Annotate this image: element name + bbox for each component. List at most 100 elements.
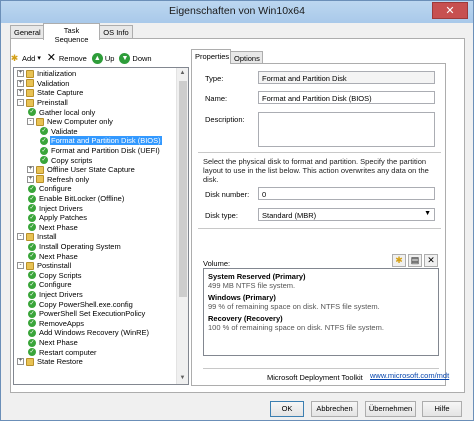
description-field[interactable] [258,112,435,147]
tree-step[interactable]: ✓ Format and Partition Disk (BIOS) [39,135,163,147]
tree-step[interactable]: ✓ Restart computer [27,347,98,357]
down-arrow-icon: ▼ [119,52,131,64]
tree-item-label: Next Phase [39,251,78,261]
tree-step[interactable]: ✓ Next Phase [27,223,79,233]
volume-title: System Reserved (Primary) [208,272,306,281]
expand-icon[interactable]: + [17,70,24,78]
check-icon: ✓ [28,271,36,280]
check-icon: ✓ [28,213,36,222]
tree-item-label: Postinstall [37,261,72,271]
tree-step[interactable]: ✓ RemoveApps [27,319,85,329]
tree-step[interactable]: ✓ Copy Scripts [27,271,83,281]
tree-item-label: PowerShell Set ExecutionPolicy [39,309,146,319]
tab-task-sequence[interactable]: Task Sequence [43,23,100,44]
tree-step[interactable]: ✓ Next Phase [27,338,79,348]
cancel-button[interactable]: Abbrechen [311,401,358,417]
tree-step[interactable]: ✓ Configure [27,184,73,194]
collapse-icon[interactable]: - [27,118,34,126]
folder-icon [26,261,34,270]
tree-item-label: Install Operating System [39,242,121,252]
tree-group[interactable]: - Postinstall [17,261,72,271]
folder-icon [36,175,44,184]
tree-item-label: Validate [51,126,78,136]
disk-type-value: Standard (MBR) [262,211,317,220]
collapse-icon[interactable]: - [17,233,24,241]
tree-group[interactable]: + State Restore [17,357,84,367]
tree-group[interactable]: + State Capture [17,88,84,98]
volume-item[interactable]: System Reserved (Primary) 499 MB NTFS fi… [208,272,306,290]
volume-item[interactable]: Windows (Primary) 99 % of remaining spac… [208,293,380,311]
scroll-thumb[interactable] [179,81,187,297]
add-volume-button[interactable]: ✱ [392,254,406,267]
check-icon: ✓ [28,309,36,318]
check-icon: ✓ [28,348,36,357]
tree-step[interactable]: ✓ Configure [27,280,73,290]
up-button[interactable]: ▲ Up [91,52,114,64]
tree-step[interactable]: ✓ Add Windows Recovery (WinRE) [27,328,150,338]
scroll-up-arrow-icon[interactable]: ▲ [177,68,188,79]
close-button[interactable]: ✕ [432,2,468,19]
mdt-link[interactable]: www.microsoft.com/mdt [370,371,449,380]
tree-step[interactable]: ✓ Validate [39,127,79,137]
delete-volume-button[interactable]: ✕ [424,254,438,267]
expand-icon[interactable]: + [17,89,24,97]
task-sequence-tree[interactable]: + Initialization + Validation + State Capture… [13,67,189,385]
title-bar: Eigenschaften von Win10x64 ✕ [1,1,473,23]
down-button[interactable]: ▼ Down [119,52,152,64]
tree-group[interactable]: + Initialization [17,69,77,79]
check-icon: ✓ [28,280,36,289]
name-label: Name: [205,94,228,103]
ok-button[interactable]: OK [270,401,304,417]
tree-item-label: Enable BitLocker (Offline) [39,194,125,204]
tree-group[interactable]: - Install [17,232,58,242]
volume-list[interactable]: System Reserved (Primary) 499 MB NTFS fi… [203,268,439,356]
tab-os-info[interactable]: OS Info [99,25,133,39]
disk-number-field[interactable]: 0 [258,187,435,200]
folder-icon [26,357,34,366]
tree-step[interactable]: ✓ Format and Partition Disk (UEFI) [39,146,161,156]
collapse-icon[interactable]: - [17,99,24,107]
expand-icon[interactable]: + [17,79,24,87]
tree-item-label: Next Phase [39,222,78,232]
help-button[interactable]: Hilfe [422,401,462,417]
type-field: Format and Partition Disk [258,71,435,84]
scroll-down-arrow-icon[interactable]: ▼ [177,373,188,384]
tree-group[interactable]: + Refresh only [27,175,90,185]
collapse-icon[interactable]: - [17,262,24,270]
add-button[interactable]: ✱ Add ▾ [9,53,41,64]
edit-volume-button[interactable]: ▤ [408,254,422,267]
disk-type-select[interactable]: Standard (MBR) ▼ [258,208,435,221]
apply-button[interactable]: Übernehmen [365,401,416,417]
remove-button[interactable]: ✕ Remove [46,52,87,64]
tree-item-label: Add Windows Recovery (WinRE) [39,328,150,338]
tree-vertical-scrollbar[interactable]: ▲ ▼ [176,68,188,384]
tree-group[interactable]: - New Computer only [27,117,114,127]
tree-group[interactable]: - Preinstall [17,98,69,108]
name-field[interactable]: Format and Partition Disk (BIOS) [258,91,435,104]
volume-item[interactable]: Recovery (Recovery) 100 % of remaining s… [208,314,384,332]
tree-step[interactable]: ✓ Next Phase [27,251,79,261]
tree-step[interactable]: ✓ Enable BitLocker (Offline) [27,194,125,204]
tree-step[interactable]: ✓ Inject Drivers [27,290,84,300]
tab-properties[interactable]: Properties [191,49,231,64]
check-icon: ✓ [28,338,36,347]
tree-group[interactable]: + Offline User State Capture [27,165,136,175]
tree-item-label: RemoveApps [39,318,85,328]
expand-icon[interactable]: + [17,358,24,366]
tree-step[interactable]: ✓ Gather local only [27,107,96,117]
up-arrow-icon: ▲ [91,52,103,64]
expand-icon[interactable]: + [27,166,34,174]
tree-step[interactable]: ✓ Install Operating System [27,242,122,252]
tree-step[interactable]: ✓ Inject Drivers [27,203,84,213]
tree-step[interactable]: ✓ Apply Patches [27,213,88,223]
expand-icon[interactable]: + [27,175,34,183]
tree-group[interactable]: + Validation [17,79,70,89]
add-dropdown-caret: ▾ [37,55,41,62]
tree-step[interactable]: ✓ Copy PowerShell.exe.config [27,299,134,309]
check-icon: ✓ [40,146,48,155]
tab-general[interactable]: General [10,25,44,39]
check-icon: ✓ [40,136,48,145]
tree-step[interactable]: ✓ Copy scripts [39,155,93,165]
tree-step[interactable]: ✓ PowerShell Set ExecutionPolicy [27,309,146,319]
check-icon: ✓ [28,184,36,193]
